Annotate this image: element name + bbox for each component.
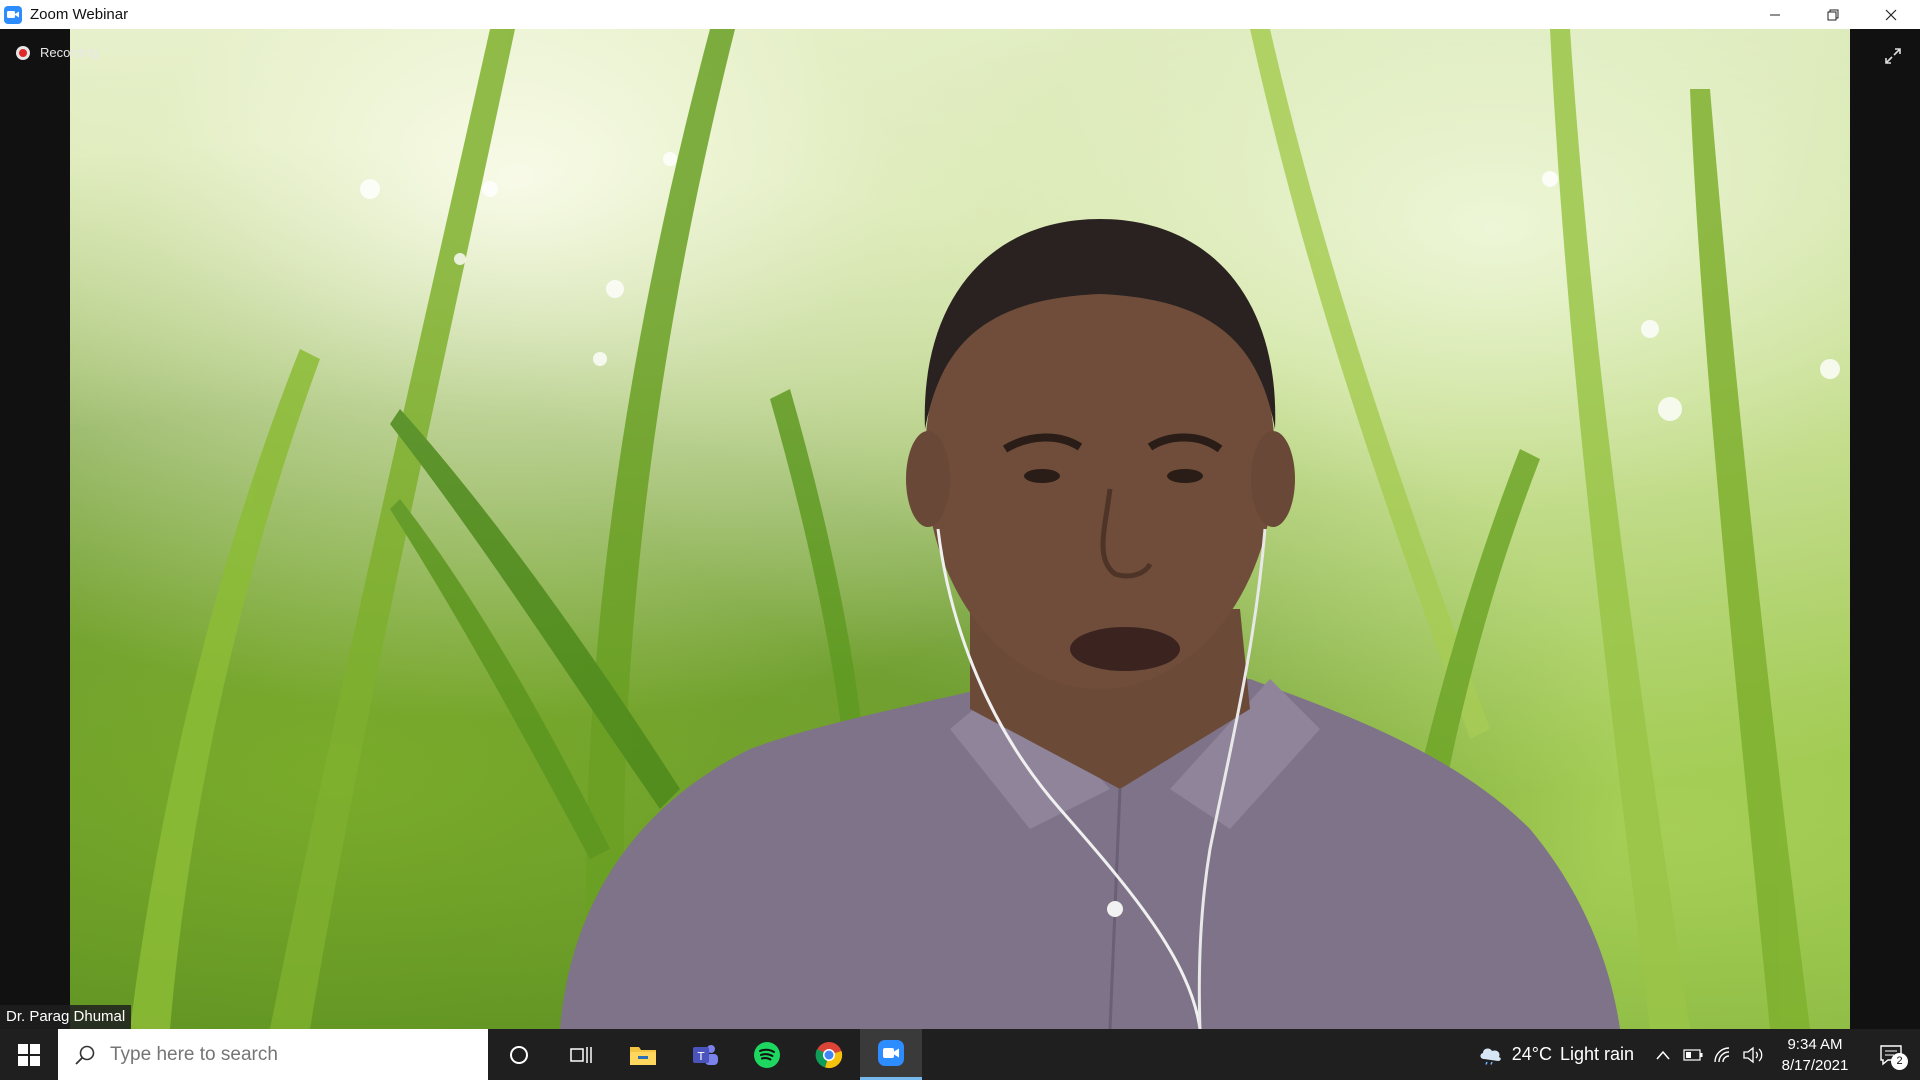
cortana-button[interactable] <box>488 1029 550 1080</box>
teams-icon: T <box>693 1044 718 1065</box>
restore-icon <box>1827 9 1839 20</box>
taskbar-clock[interactable]: 9:34 AM 8/17/2021 <box>1768 1034 1862 1076</box>
speaker-icon <box>1743 1046 1763 1063</box>
participant-video[interactable] <box>70 29 1850 1029</box>
video-frame <box>130 29 1840 1029</box>
battery-icon <box>1683 1048 1703 1061</box>
task-view-icon <box>570 1046 592 1063</box>
volume-button[interactable] <box>1738 1029 1768 1080</box>
zoom-app-icon <box>4 5 22 24</box>
weather-temperature: 24°C <box>1511 1044 1552 1064</box>
svg-text:T: T <box>697 1050 705 1063</box>
minimize-button[interactable] <box>1746 0 1804 29</box>
chrome-icon <box>815 1041 843 1068</box>
action-center-button[interactable]: 2 <box>1862 1029 1920 1080</box>
window-title: Zoom Webinar <box>30 6 129 23</box>
taskbar-search-box[interactable] <box>58 1029 488 1080</box>
recording-indicator[interactable]: Recording <box>16 45 99 60</box>
zoom-icon <box>878 1040 904 1066</box>
fullscreen-button[interactable] <box>1878 41 1908 71</box>
clock-date: 8/17/2021 <box>1781 1056 1849 1074</box>
minimize-icon <box>1770 14 1780 15</box>
restore-button[interactable] <box>1804 0 1862 29</box>
network-button[interactable] <box>1708 1029 1738 1080</box>
notification-count-badge: 2 <box>1891 1053 1908 1070</box>
start-button[interactable] <box>0 1029 58 1080</box>
show-hidden-icons-button[interactable] <box>1648 1029 1678 1080</box>
record-icon <box>16 45 30 60</box>
window-title-bar: Zoom Webinar <box>0 0 1920 29</box>
spotify-button[interactable] <box>736 1029 798 1080</box>
cloud-rain-icon <box>1480 1048 1501 1065</box>
close-icon <box>1885 9 1897 20</box>
window-controls <box>1746 0 1920 29</box>
task-view-button[interactable] <box>550 1029 612 1080</box>
participant-name-tag: Dr. Parag Dhumal <box>0 1005 132 1029</box>
meeting-area: Recording Dr. Parag Dhumal <box>0 29 1920 1029</box>
system-tray: 24°C Light rain 9:34 AM 8/17/2021 2 <box>1478 1029 1920 1080</box>
search-input[interactable] <box>110 1043 460 1066</box>
file-explorer-button[interactable] <box>612 1029 674 1080</box>
folder-icon <box>630 1046 656 1065</box>
windows-logo-icon <box>18 1043 40 1066</box>
close-button[interactable] <box>1862 0 1920 29</box>
spotify-icon <box>754 1041 780 1068</box>
zoom-taskbar-button[interactable] <box>860 1029 922 1080</box>
weather-condition: Light rain <box>1559 1044 1634 1064</box>
weather-widget[interactable]: 24°C Light rain <box>1478 1044 1634 1065</box>
cortana-circle-icon <box>510 1045 528 1064</box>
teams-button[interactable]: T <box>674 1029 736 1080</box>
wifi-icon <box>1714 1046 1730 1062</box>
recording-label: Recording <box>40 45 100 60</box>
expand-icon <box>1885 48 1901 64</box>
battery-button[interactable] <box>1678 1029 1708 1080</box>
clock-time: 9:34 AM <box>1787 1035 1843 1053</box>
search-icon <box>75 1045 95 1065</box>
chevron-up-icon <box>1656 1050 1670 1059</box>
chrome-button[interactable] <box>798 1029 860 1080</box>
windows-taskbar: T 24°C Light rain <box>0 1029 1920 1080</box>
